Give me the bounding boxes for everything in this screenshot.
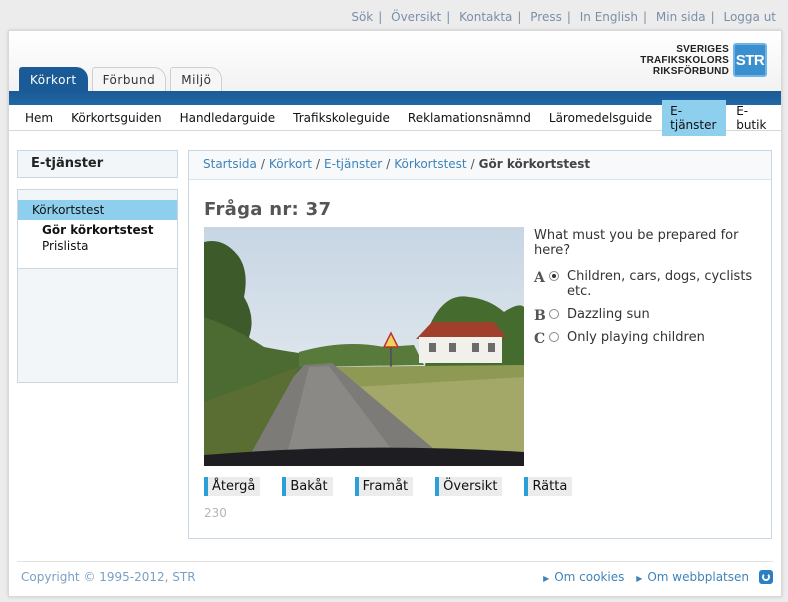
top-utility-links: Sök | Översikt | Kontakta | Press | In Engli… xyxy=(351,10,776,24)
nav-korkortsguiden[interactable]: Körkortsguiden xyxy=(63,107,169,129)
breadcrumb-korkortstest[interactable]: Körkortstest xyxy=(394,157,466,171)
answer-a[interactable]: A Children, cars, dogs, cyclists etc. xyxy=(534,269,764,299)
share-icon[interactable] xyxy=(759,570,773,584)
link-about-site[interactable]: Om webbplatsen xyxy=(647,570,749,584)
answer-c-radio[interactable] xyxy=(549,332,559,342)
tab-korkort[interactable]: Körkort xyxy=(19,67,88,92)
answer-c[interactable]: C Only playing children xyxy=(534,330,764,347)
nav-trafikskoleguide[interactable]: Trafikskoleguide xyxy=(285,107,398,129)
content-panel: Startsida / Körkort / E-tjänster / Körkortstes… xyxy=(188,150,772,539)
copyright: Copyright © 1995-2012, STR xyxy=(21,570,196,584)
link-cookies[interactable]: Om cookies xyxy=(554,570,624,584)
tab-forbund[interactable]: Förbund xyxy=(91,67,167,92)
str-logo[interactable]: SVERIGES TRAFIKSKOLORS RIKSFÖRBUND STR xyxy=(640,43,767,77)
tab-miljo[interactable]: Miljö xyxy=(170,67,223,92)
forward-button[interactable]: Framåt xyxy=(354,477,414,496)
sidebar-item-korkortstest[interactable]: Körkortstest xyxy=(18,200,177,220)
sidebar-menu: Körkortstest Gör körkortstest Prislista xyxy=(17,189,178,383)
question-title: Fråga nr: 37 xyxy=(204,199,332,220)
breadcrumb-korkort[interactable]: Körkort xyxy=(269,157,312,171)
sidebar-title: E-tjänster xyxy=(17,150,178,178)
site-footer: Copyright © 1995-2012, STR ▶ Om cookies ▶… xyxy=(17,561,773,592)
return-button[interactable]: Återgå xyxy=(204,477,261,496)
breadcrumb-e-tjanster[interactable]: E-tjänster xyxy=(324,157,382,171)
arrow-right-icon: ▶ xyxy=(636,574,643,583)
question-photo xyxy=(204,227,524,466)
nav-reklamationsnamnd[interactable]: Reklamationsnämnd xyxy=(400,107,539,129)
arrow-right-icon: ▶ xyxy=(543,574,550,583)
main-nav: Hem Körkortsguiden Handledarguide Trafik… xyxy=(9,99,781,136)
answer-b[interactable]: B Dazzling sun xyxy=(534,307,764,324)
link-logout[interactable]: Logga ut xyxy=(723,10,776,24)
nav-e-butik[interactable]: E-butik xyxy=(728,100,779,136)
str-logo-icon: STR xyxy=(733,43,767,77)
question-counter: 230 xyxy=(204,506,227,520)
breadcrumb: Startsida / Körkort / E-tjänster / Körkortstes… xyxy=(189,151,771,180)
nav-e-tjanster[interactable]: E-tjänster xyxy=(662,99,727,136)
answer-b-radio[interactable] xyxy=(549,309,559,319)
link-press[interactable]: Press xyxy=(530,10,562,24)
page-card: SVERIGES TRAFIKSKOLORS RIKSFÖRBUND STR K… xyxy=(8,30,782,597)
link-overview[interactable]: Översikt xyxy=(391,10,441,24)
link-my-page[interactable]: Min sida xyxy=(656,10,706,24)
nav-handledarguide[interactable]: Handledarguide xyxy=(172,107,284,129)
correct-button[interactable]: Rätta xyxy=(524,477,573,496)
link-contact[interactable]: Kontakta xyxy=(459,10,512,24)
overview-button[interactable]: Översikt xyxy=(435,477,503,496)
link-english[interactable]: In English xyxy=(580,10,638,24)
nav-laromedelsguide[interactable]: Läromedelsguide xyxy=(541,107,660,129)
sidebar-item-gor-korkortstest[interactable]: Gör körkortstest xyxy=(18,223,177,237)
breadcrumb-startsida[interactable]: Startsida xyxy=(203,157,257,171)
sidebar-item-prislista[interactable]: Prislista xyxy=(18,239,177,253)
back-button[interactable]: Bakåt xyxy=(282,477,333,496)
section-tabs: Körkort Förbund Miljö xyxy=(19,67,226,92)
breadcrumb-current: Gör körkortstest xyxy=(478,157,591,171)
question-nav-buttons: Återgå Bakåt Framåt Översikt Rätta xyxy=(204,477,594,496)
nav-hem[interactable]: Hem xyxy=(17,107,61,129)
answer-a-radio[interactable] xyxy=(549,271,559,281)
site-header: SVERIGES TRAFIKSKOLORS RIKSFÖRBUND STR K… xyxy=(9,31,781,92)
question-text: What must you be prepared for here? xyxy=(534,228,739,258)
link-search[interactable]: Sök xyxy=(351,10,373,24)
